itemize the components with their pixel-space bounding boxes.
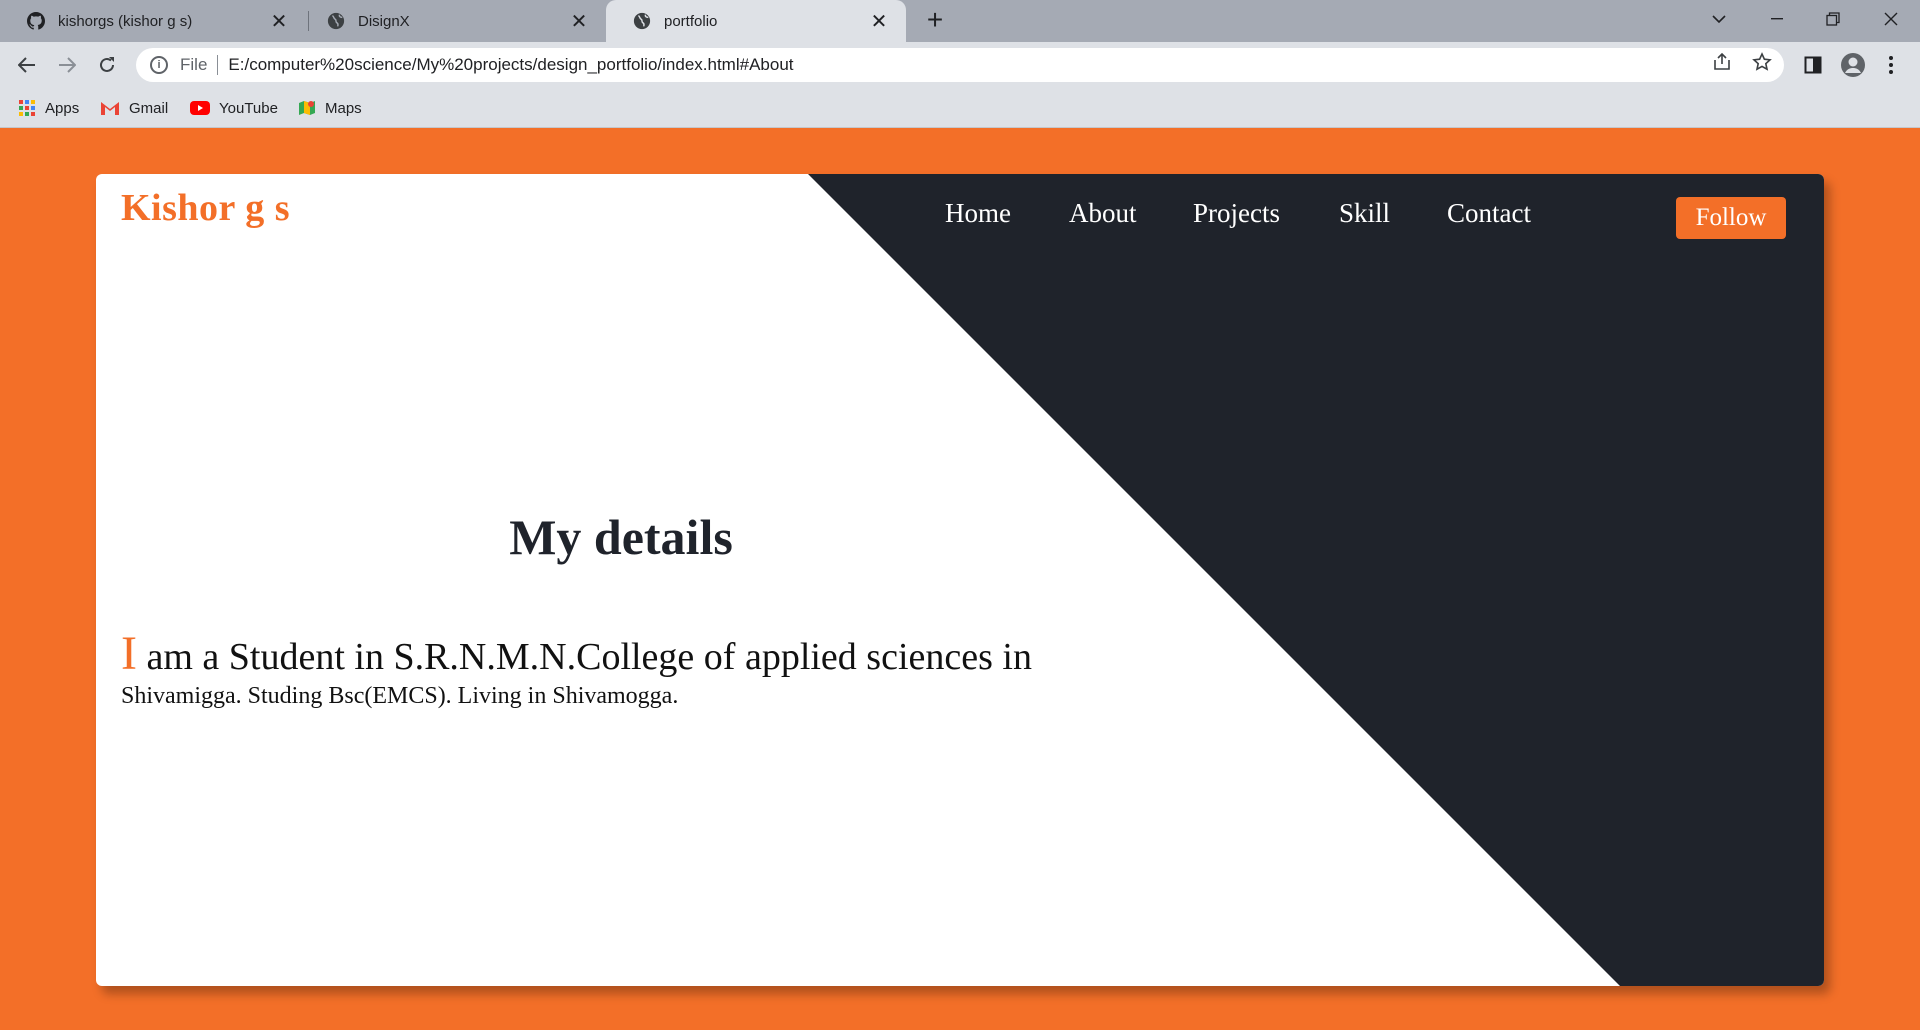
scheme-label: File (180, 55, 208, 74)
close-icon[interactable]: ✕ (566, 8, 592, 34)
menu-button[interactable] (1876, 50, 1906, 80)
restore-button[interactable] (1806, 0, 1860, 38)
about-paragraph: I am a Student in S.R.N.M.N.College of a… (121, 626, 1121, 710)
nav-skill[interactable]: Skill (1339, 198, 1390, 229)
github-icon (26, 11, 46, 31)
omnibox-divider (217, 55, 219, 75)
minimize-button[interactable] (1750, 0, 1804, 38)
bookmark-youtube[interactable]: YouTube (190, 96, 278, 120)
info-icon[interactable]: i (150, 56, 168, 74)
bookmarks-bar: Apps Gmail YouTube Maps (0, 88, 1920, 128)
chevron-down-icon (1712, 15, 1726, 24)
bookmark-apps[interactable]: Apps (18, 96, 79, 120)
bookmark-label: YouTube (219, 99, 278, 117)
tab-strip: kishorgs (kishor g s) ✕ DisignX ✕ portfo… (0, 0, 1920, 42)
profile-button[interactable] (1838, 50, 1868, 80)
tab-title: kishorgs (kishor g s) (58, 12, 193, 30)
new-tab-button[interactable]: + (920, 6, 950, 36)
side-panel-icon (1804, 56, 1822, 74)
tab-disignx[interactable]: DisignX ✕ (300, 0, 606, 42)
bookmark-label: Gmail (129, 99, 169, 117)
bookmark-label: Maps (325, 99, 362, 117)
dropcap-letter: I (121, 627, 137, 680)
globe-icon (326, 11, 346, 31)
share-icon[interactable] (1712, 52, 1732, 72)
url-text[interactable]: E:/computer%20science/My%20projects/desi… (228, 55, 793, 75)
restore-icon (1826, 12, 1840, 26)
tab-title: portfolio (664, 12, 718, 30)
tab-github[interactable]: kishorgs (kishor g s) ✕ (0, 0, 306, 42)
portfolio-card: Kishor g s Home About Projects Skill Con… (96, 174, 1824, 986)
bookmark-gmail[interactable]: Gmail (100, 96, 168, 120)
back-button[interactable] (12, 50, 42, 80)
kebab-menu-icon (1889, 56, 1893, 74)
tab-title: DisignX (358, 12, 410, 30)
close-icon[interactable]: ✕ (266, 8, 292, 34)
tab-search-button[interactable] (1692, 0, 1746, 38)
bookmark-label: Apps (45, 99, 80, 117)
section-heading: My details (509, 509, 733, 565)
forward-button[interactable] (52, 50, 82, 80)
bookmark-maps[interactable]: Maps (298, 96, 362, 120)
close-icon (1884, 12, 1898, 26)
nav-home[interactable]: Home (945, 198, 1011, 229)
paragraph-line-2: Shivamigga. Studing Bsc(EMCS). Living in… (121, 683, 679, 709)
minimize-icon (1771, 18, 1783, 20)
close-window-button[interactable] (1864, 0, 1918, 38)
follow-button[interactable]: Follow (1676, 197, 1786, 239)
paragraph-line-1: am a Student in S.R.N.M.N.College of app… (136, 636, 1032, 678)
maps-icon (298, 99, 316, 117)
tab-portfolio[interactable]: portfolio ✕ (606, 0, 906, 42)
close-icon[interactable]: ✕ (866, 8, 892, 34)
avatar-icon (1841, 53, 1865, 77)
brand-logo[interactable]: Kishor g s (121, 186, 290, 230)
apps-grid-icon (18, 99, 36, 117)
address-bar[interactable]: i File E:/computer%20science/My%20projec… (136, 48, 1784, 82)
star-icon[interactable] (1752, 52, 1772, 72)
nav-contact[interactable]: Contact (1447, 198, 1531, 229)
dark-diagonal-panel (808, 174, 1824, 986)
gmail-icon (100, 100, 120, 116)
youtube-icon (190, 101, 210, 115)
side-panel-button[interactable] (1798, 50, 1828, 80)
nav-projects[interactable]: Projects (1193, 198, 1280, 229)
globe-icon (632, 11, 652, 31)
browser-toolbar: i File E:/computer%20science/My%20projec… (0, 42, 1920, 88)
arrow-right-icon (59, 57, 76, 73)
nav-about[interactable]: About (1069, 198, 1137, 229)
reload-button[interactable] (92, 50, 122, 80)
reload-icon (100, 57, 114, 72)
arrow-left-icon (18, 57, 35, 73)
